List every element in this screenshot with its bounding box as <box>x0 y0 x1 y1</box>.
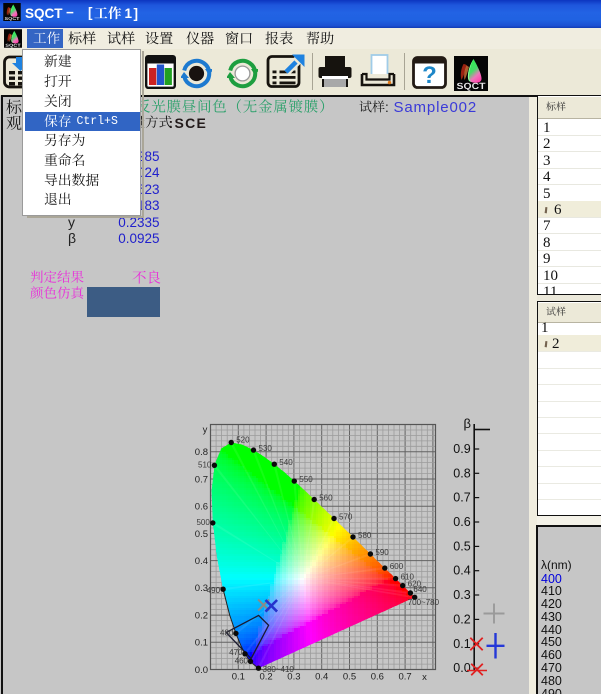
svg-text:x: x <box>422 672 427 683</box>
svg-text:560: 560 <box>319 494 333 503</box>
svg-text:500: 500 <box>196 518 210 527</box>
svg-text:570: 570 <box>339 513 353 522</box>
svg-text:600: 600 <box>390 562 404 571</box>
svg-text:y: y <box>203 425 208 436</box>
svg-text:700~780: 700~780 <box>408 598 440 607</box>
svg-text:0.6: 0.6 <box>371 672 384 683</box>
svg-text:?: ? <box>422 62 437 89</box>
svg-text:520: 520 <box>236 436 250 445</box>
svg-text:0.7: 0.7 <box>453 491 470 505</box>
svg-text:0.1: 0.1 <box>453 637 470 651</box>
svg-text:0.9: 0.9 <box>453 442 470 456</box>
svg-text:0.5: 0.5 <box>195 529 208 540</box>
svg-text:0.6: 0.6 <box>453 515 470 529</box>
svg-text:460: 460 <box>235 656 249 665</box>
svg-text:0.7: 0.7 <box>398 672 411 683</box>
svg-text:0.4: 0.4 <box>315 672 328 683</box>
svg-text:480: 480 <box>220 628 234 637</box>
svg-text:0.8: 0.8 <box>195 447 208 458</box>
svg-text:0.5: 0.5 <box>453 539 470 553</box>
svg-text:0.1: 0.1 <box>195 638 208 649</box>
svg-text:0.1: 0.1 <box>232 672 245 683</box>
svg-text:0.0: 0.0 <box>195 665 208 676</box>
svg-text:0.2: 0.2 <box>453 612 470 626</box>
svg-text:0.2: 0.2 <box>195 611 208 622</box>
svg-text:540: 540 <box>279 458 293 467</box>
svg-text:0.4: 0.4 <box>453 564 470 578</box>
svg-text:590: 590 <box>375 548 389 557</box>
svg-text:0.4: 0.4 <box>195 556 208 567</box>
svg-text:0.0: 0.0 <box>453 661 470 675</box>
svg-text:530: 530 <box>259 444 273 453</box>
svg-text:640: 640 <box>413 585 427 594</box>
svg-text:0.3: 0.3 <box>287 672 300 683</box>
svg-text:510: 510 <box>198 460 212 469</box>
svg-text:0.3: 0.3 <box>453 588 470 602</box>
svg-text:580: 580 <box>358 531 372 540</box>
svg-text:0.3: 0.3 <box>195 583 208 594</box>
svg-text:550: 550 <box>299 475 313 484</box>
svg-text:β: β <box>464 416 471 431</box>
svg-text:0.6: 0.6 <box>195 502 208 513</box>
svg-text:0.8: 0.8 <box>453 466 470 480</box>
svg-text:0.2: 0.2 <box>259 672 272 683</box>
svg-text:0.7: 0.7 <box>195 474 208 485</box>
svg-text:490: 490 <box>207 586 221 595</box>
svg-text:0.5: 0.5 <box>343 672 356 683</box>
